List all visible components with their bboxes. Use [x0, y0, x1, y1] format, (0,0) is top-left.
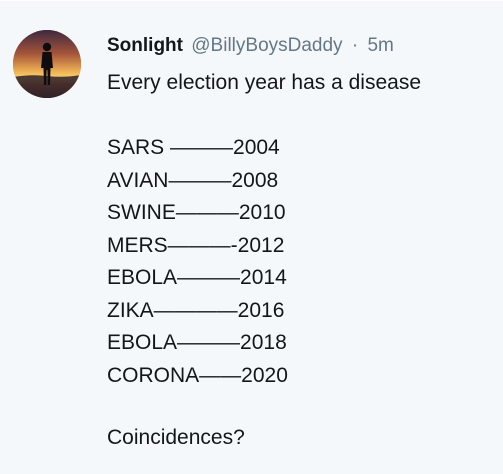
avatar-image	[13, 30, 81, 98]
list-item: ZIKA————2016	[107, 298, 285, 322]
list-item: CORONA——2020	[107, 363, 288, 387]
avatar[interactable]	[13, 30, 81, 98]
timestamp[interactable]: 5m	[367, 35, 393, 56]
user-handle[interactable]: @BillyBoysDaddy	[191, 35, 342, 56]
list-item: SWINE———2010	[107, 201, 286, 224]
list-item: MERS———-2012	[107, 233, 285, 257]
tweet-text-intro: Every election year has a disease	[107, 71, 422, 94]
list-item: EBOLA———2014	[107, 266, 287, 289]
separator-dot: ·	[351, 35, 359, 56]
list-item: SARS ———2004	[107, 136, 280, 159]
tweet-card[interactable]: Sonlight @BillyBoysDaddy · 5m Every elec…	[0, 0, 503, 474]
tweet-text-closing: Coincidences?	[107, 426, 245, 449]
disease-year-list: SARS ———2004 AVIAN———2008 SWINE———2010 M…	[107, 132, 288, 392]
list-item: EBOLA———2018	[107, 331, 287, 354]
list-item: AVIAN———2008	[107, 168, 279, 192]
display-name[interactable]: Sonlight	[107, 35, 183, 56]
tweet-header: Sonlight @BillyBoysDaddy · 5m	[107, 34, 394, 58]
